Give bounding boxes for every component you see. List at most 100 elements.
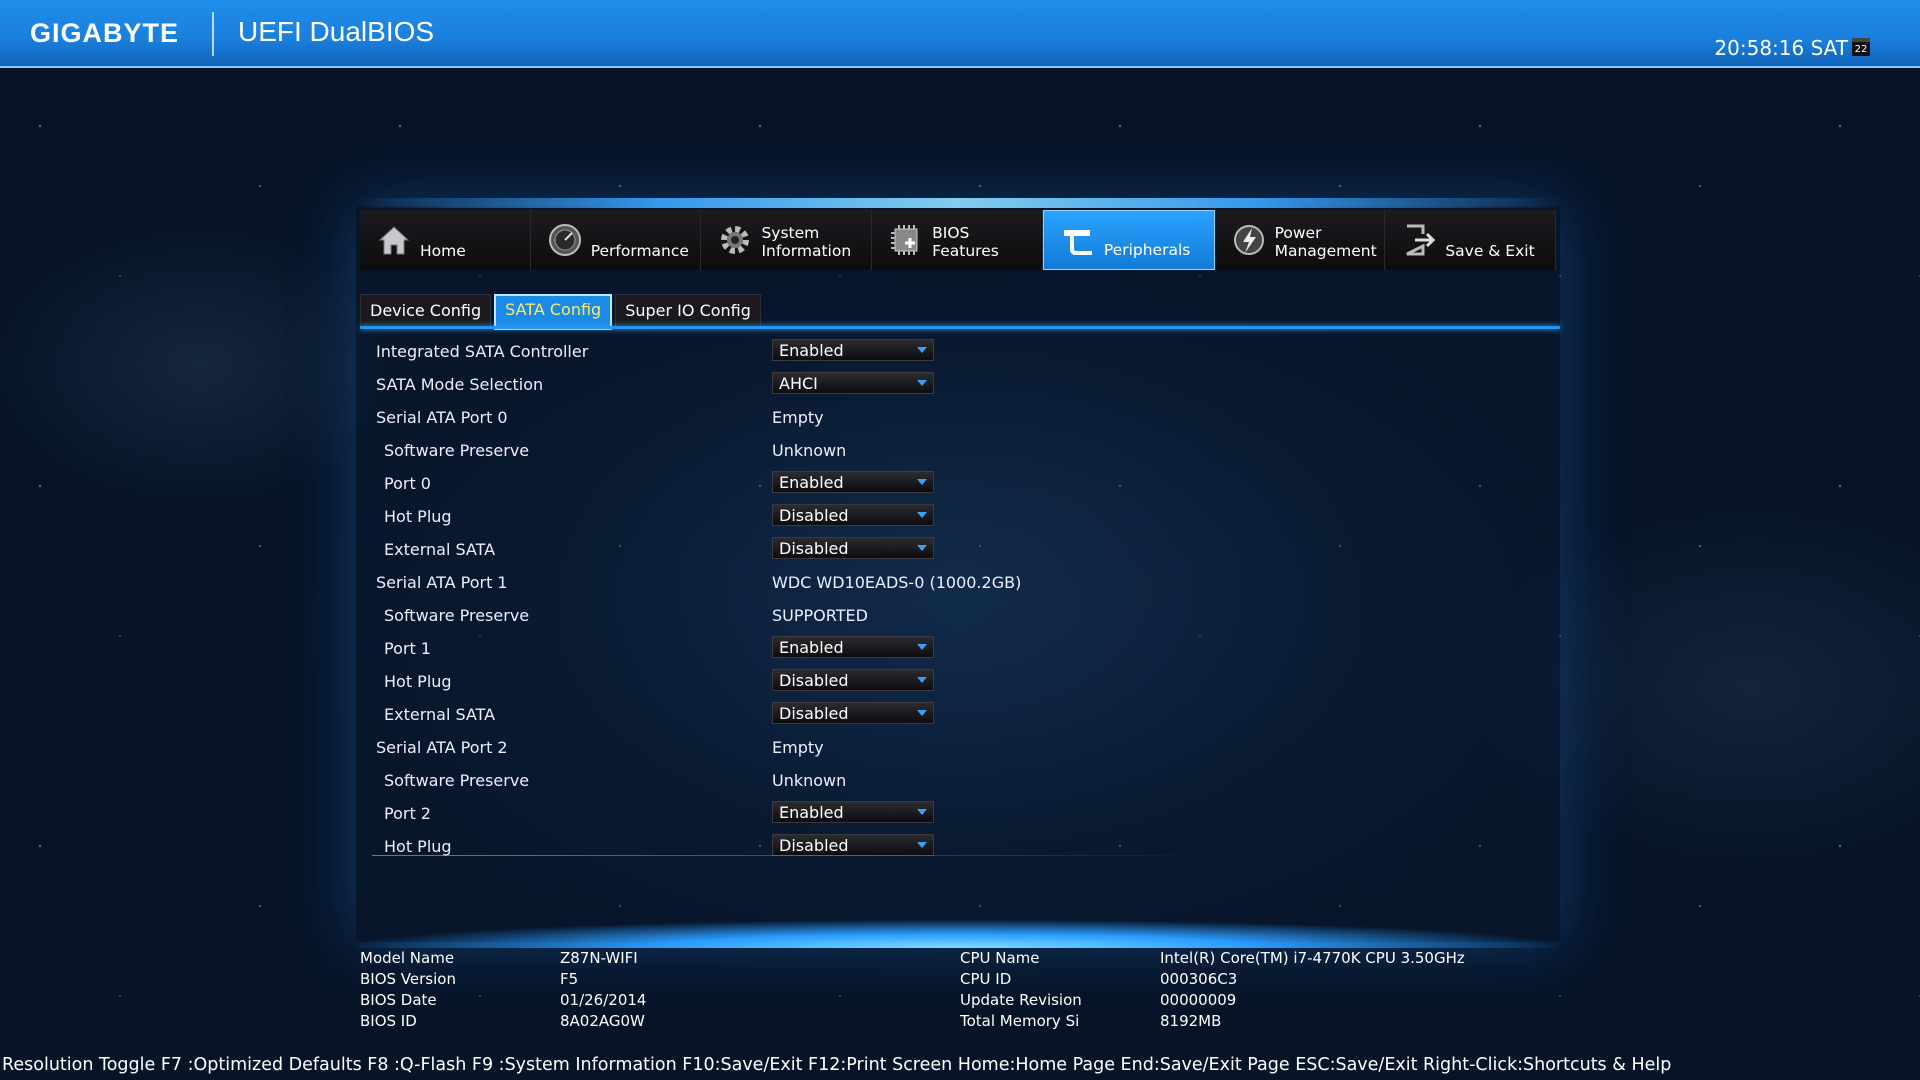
dropdown-value: Enabled bbox=[779, 473, 844, 492]
info-key: BIOS ID bbox=[360, 1012, 417, 1030]
settings-list: Integrated SATA Controller Enabled SATA … bbox=[360, 337, 1220, 865]
dropdown-value: Disabled bbox=[779, 539, 849, 558]
dropdown-value: Enabled bbox=[779, 803, 844, 822]
setting-row[interactable]: Hot Plug Disabled bbox=[360, 667, 1220, 700]
info-row: BIOS ID 8A02AG0W bbox=[360, 1011, 880, 1032]
info-row: BIOS Version F5 bbox=[360, 969, 880, 990]
setting-row[interactable]: Hot Plug Disabled bbox=[360, 502, 1220, 535]
nav-home[interactable]: Home bbox=[360, 210, 531, 270]
setting-label: Serial ATA Port 0 bbox=[376, 408, 508, 427]
chevron-down-icon bbox=[917, 710, 927, 716]
dropdown-value: Disabled bbox=[779, 671, 849, 690]
chevron-down-icon bbox=[917, 380, 927, 386]
info-value: Intel(R) Core(TM) i7-4770K CPU 3.50GHz bbox=[1160, 949, 1465, 967]
setting-label: Hot Plug bbox=[384, 837, 452, 856]
nav-bios-features[interactable]: BIOS Features bbox=[872, 210, 1043, 270]
setting-dropdown[interactable]: Enabled bbox=[772, 339, 934, 361]
chevron-down-icon bbox=[917, 809, 927, 815]
info-value: 01/26/2014 bbox=[560, 991, 647, 1009]
nav-save-exit-label: Save & Exit bbox=[1445, 242, 1535, 260]
setting-dropdown[interactable]: Enabled bbox=[772, 801, 934, 823]
nav-power-management[interactable]: Power Management bbox=[1214, 210, 1386, 270]
dropdown-value: Disabled bbox=[779, 704, 849, 723]
setting-dropdown[interactable]: Disabled bbox=[772, 537, 934, 559]
nav-peripherals-label: Peripherals bbox=[1103, 241, 1191, 259]
dropdown-value: AHCI bbox=[779, 374, 818, 393]
top-bar: GIGABYTE UEFI DualBIOS 20:58:16 SAT 22 bbox=[0, 0, 1920, 68]
setting-label: Software Preserve bbox=[384, 606, 530, 625]
setting-row[interactable]: External SATA Disabled bbox=[360, 700, 1220, 733]
setting-value: Empty bbox=[772, 408, 824, 427]
product-title: UEFI DualBIOS bbox=[238, 16, 435, 47]
info-value: 00000009 bbox=[1160, 991, 1237, 1009]
setting-row: Serial ATA Port 1 WDC WD10EADS-0 (1000.2… bbox=[360, 568, 1220, 601]
setting-label: SATA Mode Selection bbox=[376, 375, 544, 394]
nav-system-information-label: System Information bbox=[761, 224, 852, 260]
setting-row[interactable]: External SATA Disabled bbox=[360, 535, 1220, 568]
nav-system-information[interactable]: System Information bbox=[701, 210, 873, 270]
setting-dropdown[interactable]: Enabled bbox=[772, 636, 934, 658]
exit-icon bbox=[1406, 224, 1436, 256]
setting-value: SUPPORTED bbox=[772, 606, 868, 625]
chevron-down-icon bbox=[917, 677, 927, 683]
setting-row[interactable]: Port 0 Enabled bbox=[360, 469, 1220, 502]
setting-row: Software Preserve Unknown bbox=[360, 766, 1220, 799]
gauge-icon bbox=[548, 224, 581, 256]
nav-save-exit[interactable]: Save & Exit bbox=[1385, 210, 1557, 270]
setting-dropdown[interactable]: Disabled bbox=[772, 702, 934, 724]
system-info-left: Model Name Z87N-WIFI BIOS Version F5 BIOS … bbox=[360, 948, 880, 1032]
chevron-down-icon bbox=[917, 644, 927, 650]
info-key: CPU Name bbox=[960, 949, 1040, 967]
frame-glow-top bbox=[356, 198, 1560, 208]
info-row: CPU Name Intel(R) Core(TM) i7-4770K CPU 3… bbox=[960, 948, 1560, 969]
nav-performance-label: Performance bbox=[590, 242, 689, 260]
setting-row[interactable]: Port 1 Enabled bbox=[360, 634, 1220, 667]
setting-label: Hot Plug bbox=[384, 507, 452, 526]
info-value: F5 bbox=[560, 970, 579, 988]
setting-dropdown[interactable]: Disabled bbox=[772, 669, 934, 691]
chevron-down-icon bbox=[917, 512, 927, 518]
setting-dropdown[interactable]: Disabled bbox=[772, 834, 934, 856]
setting-label: Software Preserve bbox=[384, 441, 530, 460]
power-icon bbox=[1233, 225, 1264, 255]
gear-icon bbox=[721, 226, 750, 254]
chevron-down-icon bbox=[917, 347, 927, 353]
chevron-down-icon bbox=[917, 842, 927, 848]
setting-value: Unknown bbox=[772, 771, 847, 790]
tab-device-config[interactable]: Device Config bbox=[360, 294, 492, 328]
setting-row: Serial ATA Port 0 Empty bbox=[360, 403, 1220, 436]
setting-row: Serial ATA Port 2 Empty bbox=[360, 733, 1220, 766]
main-nav: Home Performance System Information BIOS… bbox=[360, 210, 1557, 270]
home-icon bbox=[378, 226, 410, 255]
setting-label: Hot Plug bbox=[384, 672, 452, 691]
nav-performance[interactable]: Performance bbox=[530, 210, 702, 270]
setting-dropdown[interactable]: AHCI bbox=[772, 372, 934, 394]
header-divider bbox=[212, 12, 214, 56]
setting-row[interactable]: Integrated SATA Controller Enabled bbox=[360, 337, 1220, 370]
setting-dropdown[interactable]: Disabled bbox=[772, 504, 934, 526]
setting-label: Port 1 bbox=[384, 639, 431, 658]
calendar-icon: 22 bbox=[1852, 38, 1870, 56]
info-row: Total Memory Si 8192MB bbox=[960, 1011, 1560, 1032]
info-key: Total Memory Si bbox=[960, 1012, 1080, 1030]
tab-sata-config[interactable]: SATA Config bbox=[494, 294, 613, 330]
setting-label: Software Preserve bbox=[384, 771, 530, 790]
brand-logo: GIGABYTE bbox=[30, 18, 180, 48]
info-row: CPU ID 000306C3 bbox=[960, 969, 1560, 990]
setting-row[interactable]: Hot Plug Disabled bbox=[360, 832, 1220, 865]
info-value: 000306C3 bbox=[1160, 970, 1238, 988]
nav-power-management-label: Power Management bbox=[1274, 224, 1377, 260]
info-value: Z87N-WIFI bbox=[560, 949, 638, 967]
setting-row[interactable]: SATA Mode Selection AHCI bbox=[360, 370, 1220, 403]
setting-dropdown[interactable]: Enabled bbox=[772, 471, 934, 493]
nav-peripherals[interactable]: Peripherals bbox=[1042, 210, 1215, 270]
setting-row[interactable]: Port 2 Enabled bbox=[360, 799, 1220, 832]
tab-underline bbox=[360, 326, 1560, 329]
info-key: BIOS Date bbox=[360, 991, 437, 1009]
dropdown-value: Enabled bbox=[779, 638, 844, 657]
setting-row: Software Preserve SUPPORTED bbox=[360, 601, 1220, 634]
tab-super-io-config[interactable]: Super IO Config bbox=[615, 294, 761, 328]
sub-tabs: Device Config SATA Config Super IO Confi… bbox=[360, 294, 761, 330]
info-row: Model Name Z87N-WIFI bbox=[360, 948, 880, 969]
setting-label: Serial ATA Port 1 bbox=[376, 573, 508, 592]
